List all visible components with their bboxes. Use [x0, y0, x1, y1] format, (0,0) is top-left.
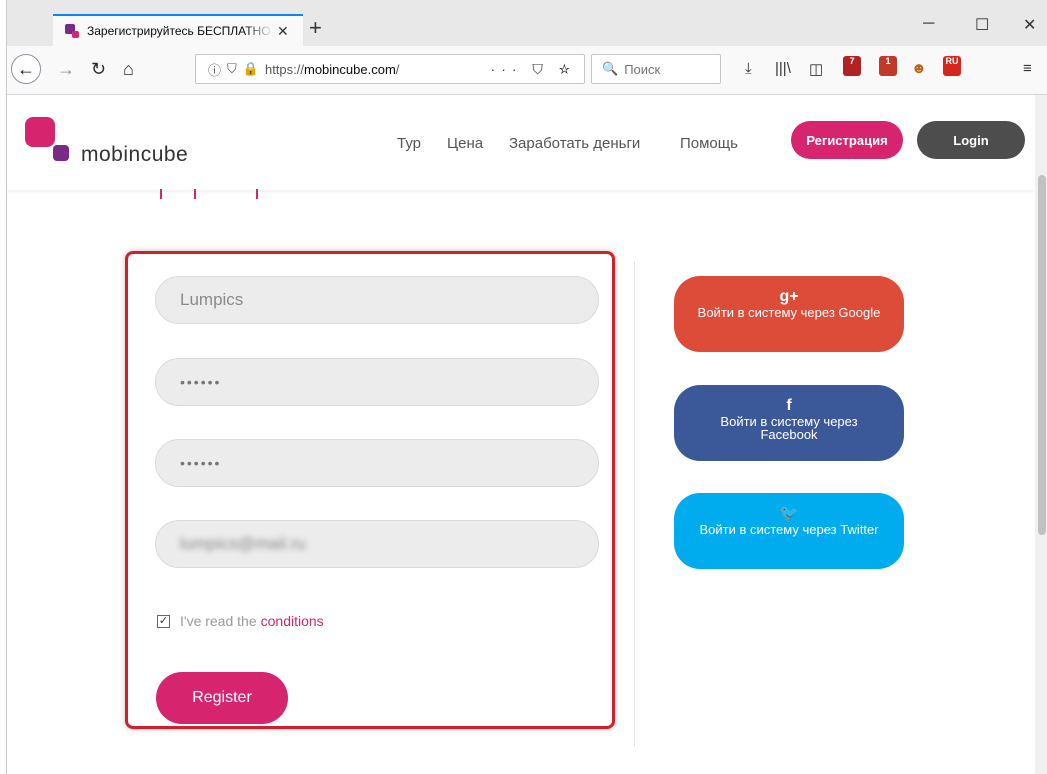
adguard-extension-icon[interactable]: 1 [879, 56, 897, 76]
login-button[interactable]: Login [917, 121, 1025, 159]
reload-icon[interactable]: ↻ [91, 58, 106, 80]
register-button[interactable]: Register [156, 672, 288, 724]
menu-item-price[interactable]: Цена [447, 135, 483, 152]
url-text: https://mobincube.com/ [264, 61, 400, 77]
page-scrollbar[interactable] [1035, 95, 1047, 774]
google-login-label: Войти в систему через Google [697, 305, 881, 320]
password-confirm-field[interactable]: •••••• [155, 439, 599, 487]
address-bar[interactable]: ⓘ ⛉ 🔒 https://mobincube.com/ ··· ⛉ ☆ [195, 54, 585, 84]
brand-name[interactable]: mobincube [81, 143, 188, 167]
tab-title: Зарегистрируйтесь БЕСПЛАТНО [87, 24, 271, 38]
info-icon[interactable]: ⓘ [208, 60, 221, 79]
forward-arrow-icon[interactable]: → [57, 58, 75, 80]
email-field[interactable]: lumpics@mail.ru [155, 520, 599, 568]
conditions-row: ✓ I've read the conditions [157, 613, 324, 629]
username-field[interactable]: Lumpics [155, 276, 599, 324]
browser-window: Зарегистрируйтесь БЕСПЛАТНО ✕ + ─ ☐ ✕ ← … [6, 0, 1047, 774]
search-input[interactable]: 🔍 Поиск [591, 54, 721, 84]
sidebar-icon[interactable]: ◫ [809, 60, 823, 78]
close-window-button[interactable]: ✕ [1023, 15, 1036, 35]
tracking-shield-icon[interactable]: ⛉ [227, 61, 237, 77]
tab-bar: Зарегистрируйтесь БЕСПЛАТНО ✕ + ─ ☐ ✕ [7, 0, 1047, 46]
search-placeholder: Поиск [624, 61, 661, 77]
site-header: mobincube Тур Цена Заработать деньги Пом… [7, 95, 1035, 190]
facebook-login-button[interactable]: f Войти в систему через Facebook [674, 385, 904, 461]
facebook-login-label: Войти в систему через Facebook [720, 414, 858, 442]
password-value: •••••• [180, 374, 222, 390]
username-value: Lumpics [180, 290, 244, 309]
password-confirm-value: •••••• [180, 455, 222, 471]
back-button[interactable]: ← [11, 54, 41, 84]
menu-item-earn[interactable]: Заработать деньги [509, 135, 640, 152]
google-login-button[interactable]: g+ Войти в систему через Google [674, 276, 904, 352]
home-icon[interactable]: ⌂ [123, 58, 134, 80]
conditions-checkbox[interactable]: ✓ [157, 614, 170, 628]
page-content: mobincube Тур Цена Заработать деньги Пом… [7, 95, 1035, 774]
ru-extension-icon[interactable]: RU [943, 56, 961, 76]
header-register-button[interactable]: Регистрация [791, 121, 903, 159]
conditions-link[interactable]: conditions [261, 613, 324, 629]
twitter-login-label: Войти в систему через Twitter [699, 522, 879, 537]
email-value: lumpics@mail.ru [180, 534, 306, 553]
monkey-extension-icon[interactable]: ☻ [911, 60, 927, 77]
facebook-icon: f [786, 397, 792, 414]
menu-item-help[interactable]: Помощь [680, 135, 738, 152]
nav-bar: ← → ↻ ⌂ ⓘ ⛉ 🔒 https://mobincube.com/ ···… [7, 46, 1047, 95]
ublock-extension-icon[interactable]: 7 [843, 56, 861, 76]
conditions-text: I've read the [180, 613, 257, 629]
maximize-button[interactable]: ☐ [975, 15, 989, 35]
search-icon: 🔍 [602, 61, 619, 76]
downloads-icon[interactable]: ⤓ [745, 60, 752, 77]
browser-tab[interactable]: Зарегистрируйтесь БЕСПЛАТНО ✕ [53, 14, 303, 46]
tab-close-icon[interactable]: ✕ [277, 23, 289, 40]
twitter-icon: 🐦 [779, 505, 799, 522]
column-divider [634, 261, 635, 747]
page-actions-icons[interactable]: ··· ⛉ ☆ [491, 61, 576, 78]
password-field[interactable]: •••••• [155, 358, 599, 406]
menu-item-tour[interactable]: Тур [397, 135, 421, 152]
lock-icon: 🔒 [242, 61, 259, 76]
scroll-thumb[interactable] [1038, 175, 1046, 535]
mobincube-logo[interactable] [25, 117, 77, 163]
minimize-button[interactable]: ─ [923, 15, 934, 33]
library-icon[interactable]: |||\ [775, 60, 791, 77]
google-plus-icon: g+ [779, 288, 799, 305]
twitter-login-button[interactable]: 🐦 Войти в систему через Twitter [674, 493, 904, 569]
menu-icon[interactable]: ≡ [1023, 60, 1032, 77]
favicon-icon [65, 24, 79, 38]
new-tab-button[interactable]: + [309, 16, 322, 40]
back-arrow-icon: ← [17, 58, 35, 79]
